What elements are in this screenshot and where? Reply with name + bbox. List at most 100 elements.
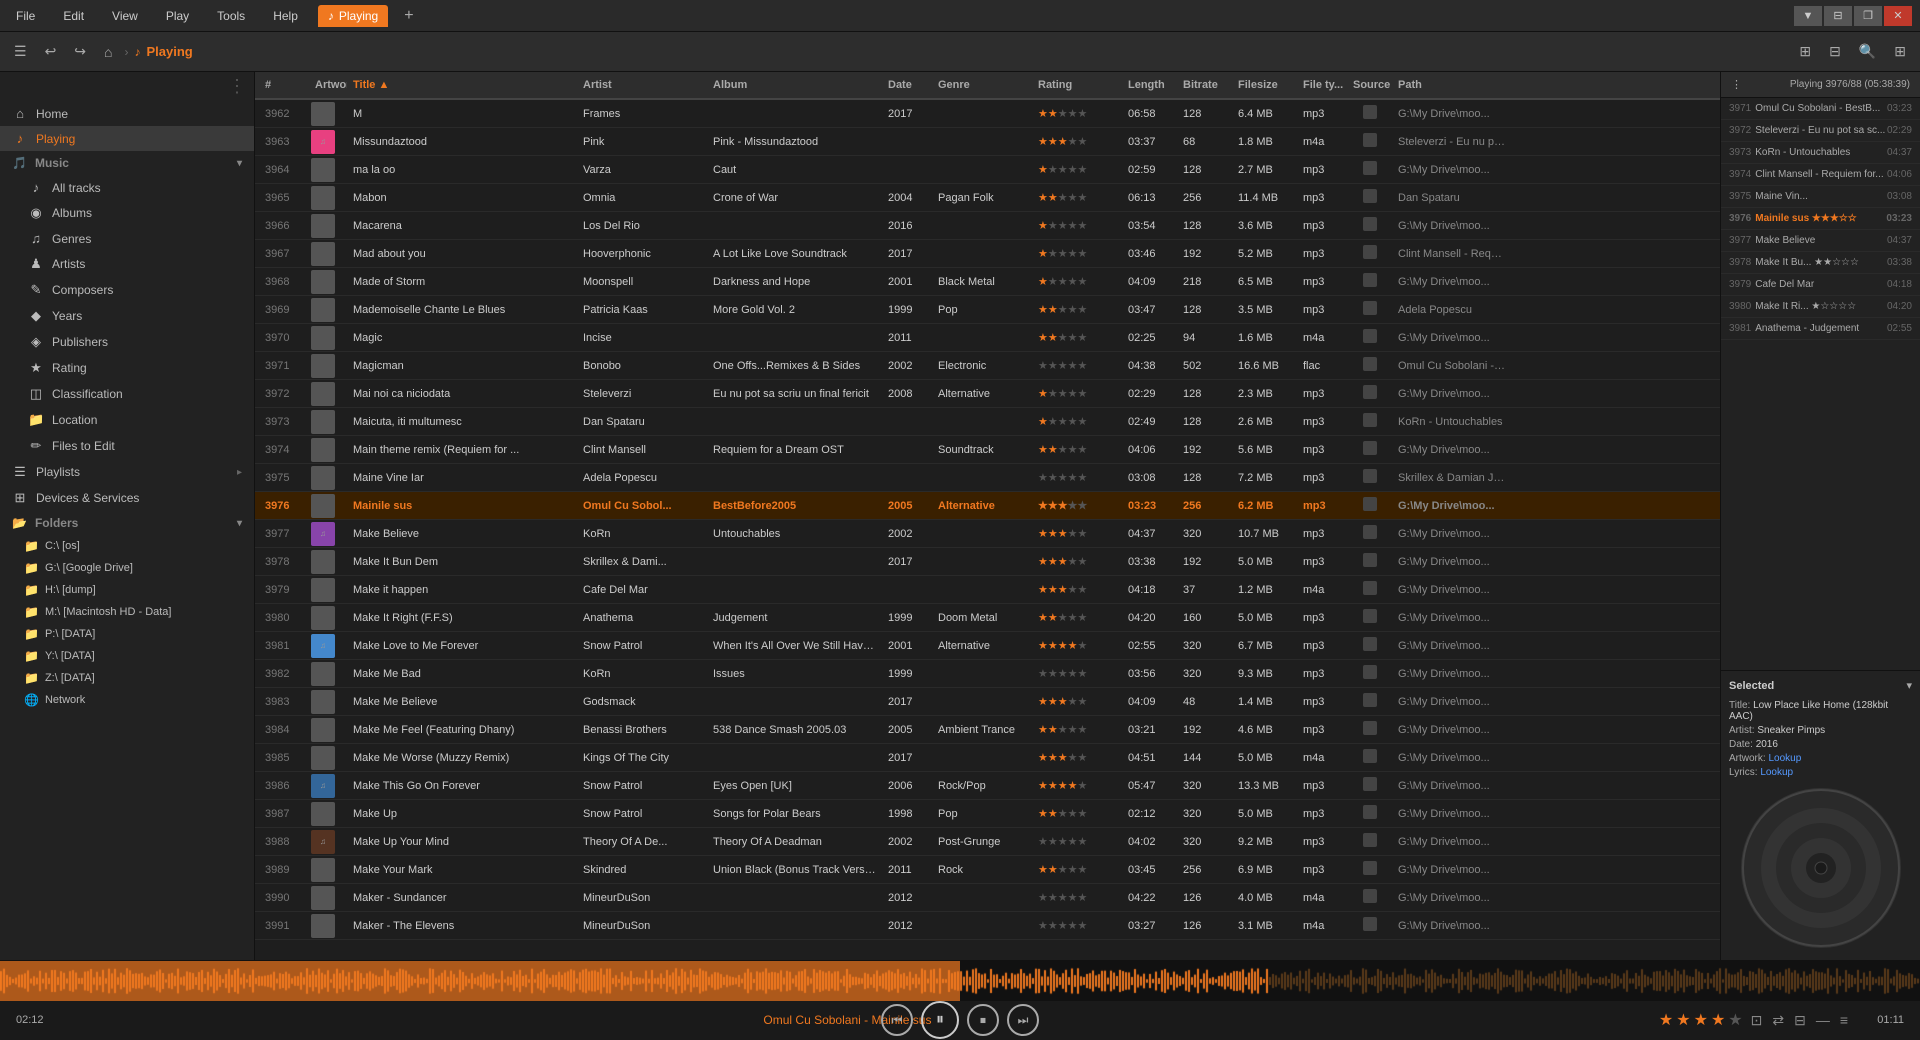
- sidebar-item-location[interactable]: 📁 Location: [0, 407, 254, 433]
- folder-c[interactable]: 📁 C:\ [os]: [0, 535, 254, 557]
- maximize-button[interactable]: ⊟: [1824, 6, 1852, 26]
- track-row[interactable]: 3991 Maker - The Elevens MineurDuSon 201…: [255, 912, 1720, 940]
- track-row[interactable]: 3987 Make Up Snow Patrol Songs for Polar…: [255, 800, 1720, 828]
- playing-tab[interactable]: ♪ Playing: [318, 5, 388, 27]
- restore-button[interactable]: ❐: [1854, 6, 1882, 26]
- col-header-bitrate[interactable]: Bitrate: [1177, 79, 1232, 91]
- list-view-button[interactable]: ⊞: [1793, 39, 1817, 64]
- track-row[interactable]: 3982 Make Me Bad KoRn Issues 1999 ★★★★★ …: [255, 660, 1720, 688]
- menu-toggle-button[interactable]: ☰: [8, 39, 33, 64]
- folder-p[interactable]: 📁 P:\ [DATA]: [0, 623, 254, 645]
- close-button[interactable]: ✕: [1884, 6, 1912, 26]
- col-header-rating[interactable]: Rating: [1032, 79, 1122, 91]
- sidebar-item-publishers[interactable]: ◈ Publishers: [0, 329, 254, 355]
- add-tab-button[interactable]: +: [404, 7, 413, 25]
- col-header-length[interactable]: Length: [1122, 79, 1177, 91]
- col-header-date[interactable]: Date: [882, 79, 932, 91]
- waveform[interactable]: [0, 961, 1920, 1001]
- cast-icon[interactable]: ⊟: [1794, 1012, 1806, 1029]
- col-header-album[interactable]: Album: [707, 79, 882, 91]
- track-row[interactable]: 3983 Make Me Believe Godsmack 2017 ★★★★★…: [255, 688, 1720, 716]
- track-row[interactable]: 3970 Magic Incise 2011 ★★★★★ 02:25 94 1.…: [255, 324, 1720, 352]
- sidebar-item-albums[interactable]: ◉ Albums: [0, 200, 254, 226]
- folder-h[interactable]: 📁 H:\ [dump]: [0, 579, 254, 601]
- sidebar-item-years[interactable]: ◆ Years: [0, 303, 254, 329]
- next-button[interactable]: ⏭: [1007, 1004, 1039, 1036]
- menu-help[interactable]: Help: [265, 5, 306, 27]
- star-1[interactable]: ★: [1659, 1010, 1673, 1030]
- menu-edit[interactable]: Edit: [55, 5, 92, 27]
- prev-button[interactable]: ⏮: [881, 1004, 913, 1036]
- aspect-ratio-icon[interactable]: ⊡: [1751, 1012, 1763, 1029]
- track-row[interactable]: 3981 ♫ Make Love to Me Forever Snow Patr…: [255, 632, 1720, 660]
- track-row[interactable]: 3977 ♫ Make Believe KoRn Untouchables 20…: [255, 520, 1720, 548]
- col-header-artwork[interactable]: Artwork: [309, 79, 347, 91]
- folder-m[interactable]: 📁 M:\ [Macintosh HD - Data]: [0, 601, 254, 623]
- track-row[interactable]: 3971 Magicman Bonobo One Offs...Remixes …: [255, 352, 1720, 380]
- track-row[interactable]: 3988 ♫ Make Up Your Mind Theory Of A De.…: [255, 828, 1720, 856]
- track-row[interactable]: 3990 Maker - Sundancer MineurDuSon 2012 …: [255, 884, 1720, 912]
- track-row[interactable]: 3974 Main theme remix (Requiem for ... C…: [255, 436, 1720, 464]
- queue-item[interactable]: 3977Make Believe04:37: [1721, 230, 1920, 252]
- stop-button[interactable]: ⏹: [967, 1004, 999, 1036]
- queue-item[interactable]: 3981Anathema - Judgement02:55: [1721, 318, 1920, 340]
- sidebar-group-music[interactable]: 🎵 Music ▾: [0, 151, 254, 175]
- track-row[interactable]: 3966 Macarena Los Del Rio 2016 ★★★★★ 03:…: [255, 212, 1720, 240]
- track-row[interactable]: 3972 Mai noi ca niciodata Steleverzi Eu …: [255, 380, 1720, 408]
- sidebar-item-home[interactable]: ⌂ Home: [0, 101, 254, 126]
- track-row[interactable]: 3973 Maicuta, iti multumesc Dan Spataru …: [255, 408, 1720, 436]
- track-row[interactable]: 3975 Maine Vine Iar Adela Popescu ★★★★★ …: [255, 464, 1720, 492]
- star-5[interactable]: ★: [1728, 1010, 1742, 1030]
- track-row[interactable]: 3965 Mabon Omnia Crone of War 2004 Pagan…: [255, 184, 1720, 212]
- track-row[interactable]: 3968 Made of Storm Moonspell Darkness an…: [255, 268, 1720, 296]
- menu-play[interactable]: Play: [158, 5, 197, 27]
- back-button[interactable]: ↩: [39, 39, 63, 64]
- col-header-genre[interactable]: Genre: [932, 79, 1032, 91]
- right-panel-dots-icon[interactable]: ⋮: [1731, 78, 1742, 91]
- track-row[interactable]: 3984 Make Me Feel (Featuring Dhany) Bena…: [255, 716, 1720, 744]
- sidebar-item-artists[interactable]: ♟ Artists: [0, 251, 254, 277]
- home-button[interactable]: ⌂: [98, 40, 118, 64]
- star-3[interactable]: ★: [1694, 1010, 1708, 1030]
- details-toggle-button[interactable]: ⊟: [1823, 39, 1847, 64]
- folder-g[interactable]: 📁 G:\ [Google Drive]: [0, 557, 254, 579]
- player-rating[interactable]: ★ ★ ★ ★ ★: [1659, 1010, 1743, 1030]
- menu-file[interactable]: File: [8, 5, 43, 27]
- menu-tools[interactable]: Tools: [209, 5, 253, 27]
- pause-button[interactable]: ⏸: [921, 1001, 959, 1039]
- folder-y[interactable]: 📁 Y:\ [DATA]: [0, 645, 254, 667]
- expand-icon[interactable]: ≡: [1840, 1012, 1848, 1028]
- track-row[interactable]: 3963 ♫ Missundaztood Pink Pink - Missund…: [255, 128, 1720, 156]
- shuffle-icon[interactable]: ⇄: [1772, 1012, 1784, 1029]
- track-row[interactable]: 3967 Mad about you Hooverphonic A Lot Li…: [255, 240, 1720, 268]
- star-2[interactable]: ★: [1676, 1010, 1690, 1030]
- track-row[interactable]: 3980 Make It Right (F.F.S) Anathema Judg…: [255, 604, 1720, 632]
- queue-item[interactable]: 3973KoRn - Untouchables04:37: [1721, 142, 1920, 164]
- track-row[interactable]: 3985 Make Me Worse (Muzzy Remix) Kings O…: [255, 744, 1720, 772]
- col-header-source[interactable]: Source: [1347, 79, 1392, 91]
- sidebar-item-rating[interactable]: ★ Rating: [0, 355, 254, 381]
- queue-item[interactable]: 3976Mainile sus ★★★☆☆03:23: [1721, 208, 1920, 230]
- menu-view[interactable]: View: [104, 5, 146, 27]
- sidebar-item-composers[interactable]: ✎ Composers: [0, 277, 254, 303]
- minimize-button[interactable]: ▼: [1794, 6, 1822, 26]
- track-row[interactable]: 3964 ma la oo Varza Caut ★★★★★ 02:59 128…: [255, 156, 1720, 184]
- star-4[interactable]: ★: [1711, 1010, 1725, 1030]
- forward-button[interactable]: ↪: [68, 39, 92, 64]
- sidebar-item-playlists[interactable]: ☰ Playlists ▸: [0, 459, 254, 485]
- track-table-body[interactable]: 3962 M Frames 2017 ★★★★★ 06:58 128 6.4 M…: [255, 100, 1720, 960]
- sidebar-item-genres[interactable]: ♫ Genres: [0, 226, 254, 251]
- queue-item[interactable]: 3974Clint Mansell - Requiem for...04:06: [1721, 164, 1920, 186]
- track-row[interactable]: 3962 M Frames 2017 ★★★★★ 06:58 128 6.4 M…: [255, 100, 1720, 128]
- sidebar-dots-icon[interactable]: ⋮: [228, 76, 246, 97]
- queue-item[interactable]: 3971Omul Cu Sobolani - BestB...03:23: [1721, 98, 1920, 120]
- col-header-path[interactable]: Path: [1392, 79, 1512, 91]
- search-button[interactable]: 🔍: [1853, 39, 1882, 64]
- folder-network[interactable]: 🌐 Network: [0, 689, 254, 711]
- queue-item[interactable]: 3979Cafe Del Mar04:18: [1721, 274, 1920, 296]
- track-row[interactable]: 3986 ♫ Make This Go On Forever Snow Patr…: [255, 772, 1720, 800]
- sidebar-item-playing[interactable]: ♪ Playing: [0, 126, 254, 151]
- track-row[interactable]: 3989 Make Your Mark Skindred Union Black…: [255, 856, 1720, 884]
- sidebar-item-classification[interactable]: ◫ Classification: [0, 381, 254, 407]
- queue-item[interactable]: 3972Steleverzi - Eu nu pot sa sc...02:29: [1721, 120, 1920, 142]
